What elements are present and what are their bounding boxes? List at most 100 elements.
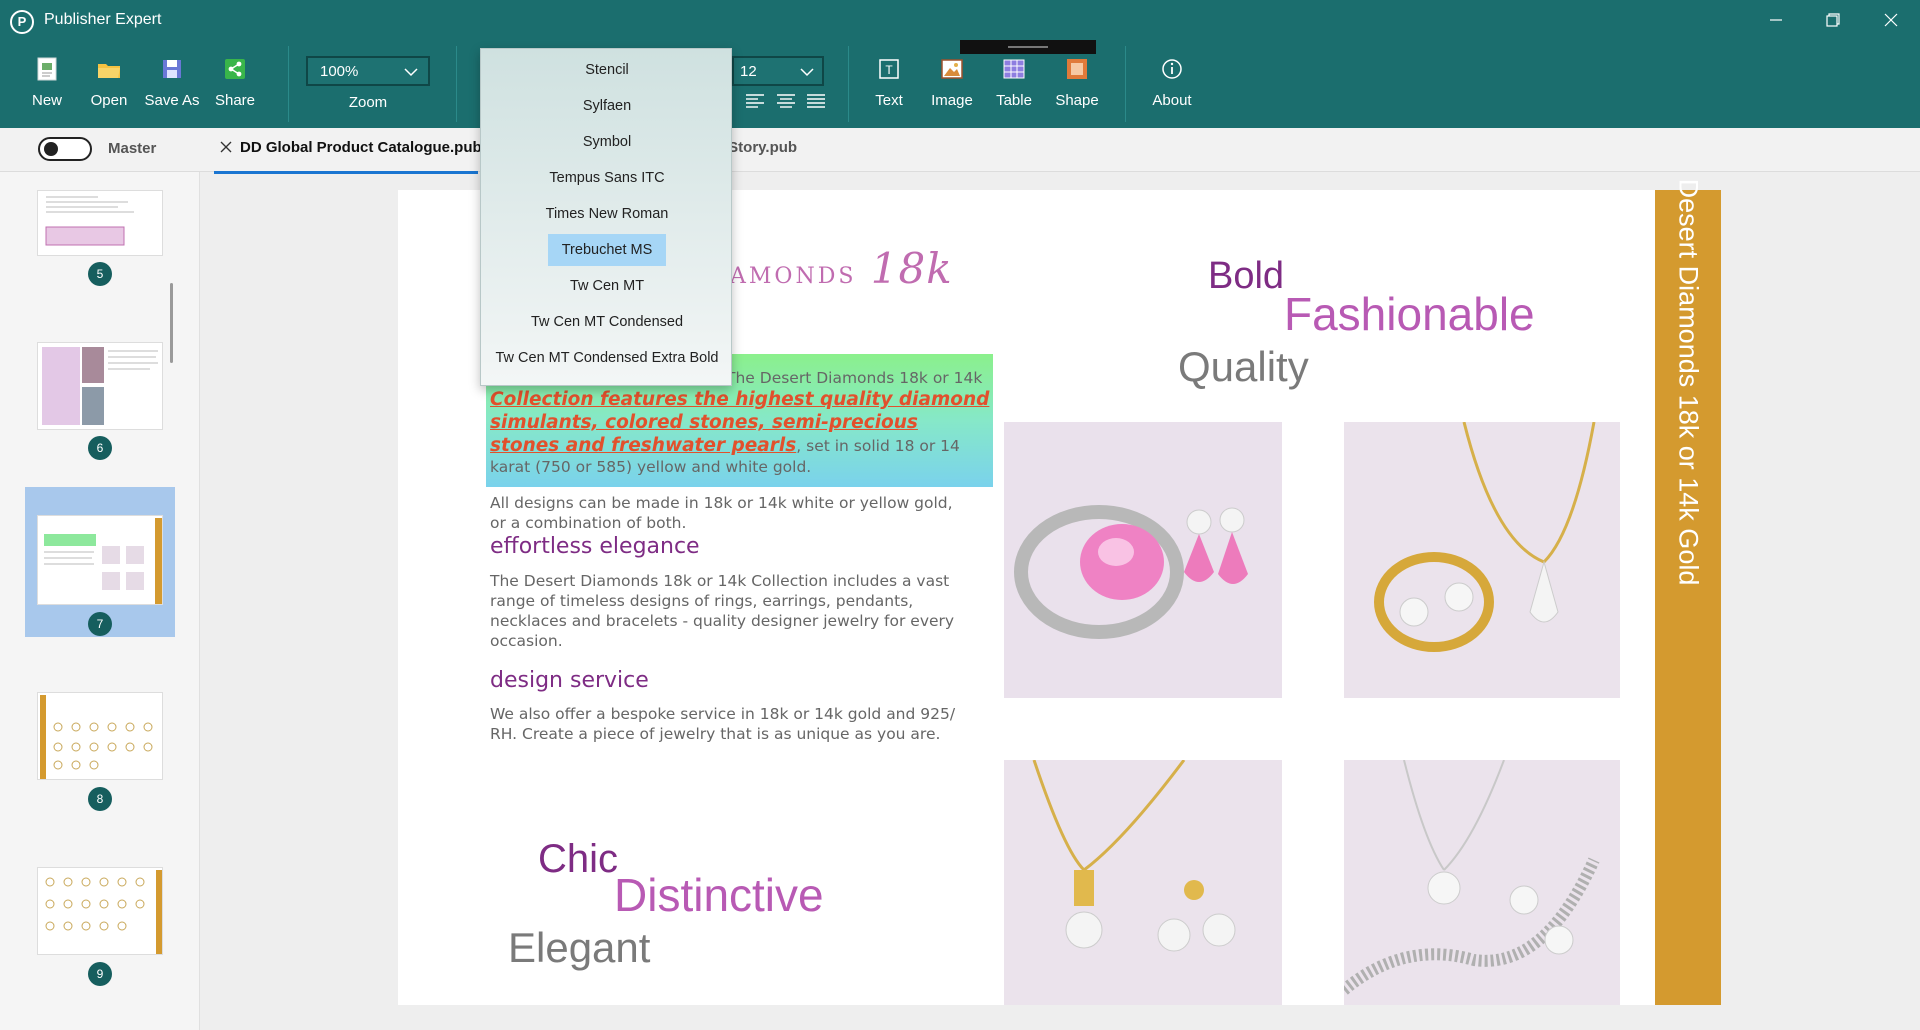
share-button[interactable]: Share [203, 52, 267, 118]
align-left-icon[interactable] [744, 92, 766, 110]
paragraph-bespoke[interactable]: We also offer a bespoke service in 18k o… [490, 704, 970, 742]
minimize-icon [1770, 19, 1782, 21]
insert-text-button[interactable]: T Text [857, 52, 921, 118]
font-option[interactable]: Times New Roman [481, 198, 733, 230]
gold-pendant-image [1344, 422, 1620, 698]
thumbnail-scrollbar[interactable] [170, 283, 173, 363]
text-label: Text [875, 92, 903, 109]
save-as-button[interactable]: Save As [140, 52, 204, 118]
gold-necklace-image [1004, 760, 1282, 1005]
font-option[interactable]: Tempus Sans ITC [481, 162, 733, 194]
silver-bracelet-image [1344, 760, 1620, 1005]
shape-label: Shape [1055, 92, 1099, 109]
share-label: Share [214, 92, 256, 109]
font-option[interactable]: Tw Cen MT [481, 270, 733, 302]
page-number-badge: 9 [88, 962, 112, 986]
font-option[interactable]: Sylfaen [481, 90, 733, 122]
page-thumbnail-5[interactable] [37, 190, 163, 256]
font-option[interactable]: Stencil [481, 54, 733, 86]
save-icon [163, 60, 181, 78]
insert-table-button[interactable]: Table [982, 52, 1046, 118]
image-label: Image [931, 92, 973, 109]
thumbnail-preview [40, 695, 153, 779]
insert-shape-button[interactable]: Shape [1045, 52, 1109, 118]
word-quality[interactable]: Quality [1178, 343, 1309, 391]
ribbon-bar: P Publisher Expert New Open Save As Shar… [0, 0, 1920, 128]
new-button[interactable]: New [15, 52, 79, 118]
word-bold[interactable]: Bold [1208, 255, 1284, 298]
font-option-selected[interactable]: Trebuchet MS [481, 234, 733, 266]
page-thumbnail-6[interactable] [37, 342, 163, 430]
tab-dd-global-catalogue[interactable]: DD Global Product Catalogue.pub [214, 128, 482, 174]
font-option-label: Stencil [585, 62, 629, 78]
folder-icon [98, 64, 120, 78]
photo-gold-pendant-set[interactable] [1344, 422, 1620, 698]
font-option[interactable]: Tw Cen MT Condensed [481, 306, 733, 338]
page-thumbnail-8[interactable] [37, 692, 163, 780]
share-icon [225, 59, 245, 79]
font-family-dropdown[interactable]: Stencil Sylfaen Symbol Tempus Sans ITC T… [480, 48, 732, 386]
close-tab-icon[interactable] [220, 141, 232, 153]
zoom-select[interactable]: 100% [306, 56, 430, 86]
font-option-label: Times New Roman [545, 206, 669, 222]
photo-gold-necklace-earrings[interactable] [1004, 760, 1282, 1005]
table-icon [1003, 59, 1025, 79]
open-label: Open [90, 92, 128, 109]
photo-pink-ring-earrings[interactable] [1004, 422, 1282, 698]
svg-text:T: T [885, 63, 893, 77]
page-thumbnail-7[interactable] [37, 515, 163, 605]
open-button[interactable]: Open [77, 52, 141, 118]
paragraph-designs[interactable]: All designs can be made in 18k or 14k wh… [490, 493, 960, 533]
close-icon [1884, 13, 1898, 27]
app-logo-icon: P [10, 10, 34, 34]
font-option[interactable]: Symbol [481, 126, 733, 158]
font-size-value: 12 [740, 63, 757, 80]
font-option-label: Tw Cen MT [569, 278, 645, 294]
shape-icon [1067, 59, 1087, 79]
text-box-icon: T [879, 59, 899, 79]
word-elegant[interactable]: Elegant [508, 924, 650, 972]
page-heading[interactable]: AMONDS 18k [730, 244, 953, 293]
heading-effortless-elegance[interactable]: effortless elegance [490, 534, 700, 559]
active-tab-indicator [214, 171, 478, 174]
master-toggle[interactable] [38, 137, 92, 161]
zoom-label: Zoom [348, 94, 388, 111]
minimize-button[interactable] [1753, 4, 1799, 36]
heading-fragment-big: 18k [870, 244, 953, 293]
ribbon-divider [288, 46, 289, 122]
font-option-label: Symbol [582, 134, 632, 150]
master-label: Master [108, 140, 157, 157]
word-fashionable[interactable]: Fashionable [1284, 287, 1535, 341]
app-title: Publisher Expert [44, 11, 162, 28]
heading-fragment-small: AMONDS [730, 264, 857, 289]
font-option-label: Tw Cen MT Condensed Extra Bold [495, 350, 719, 366]
align-center-icon[interactable] [775, 92, 797, 110]
heading-design-service[interactable]: design service [490, 668, 649, 693]
chevron-down-icon [800, 68, 814, 77]
thumbnail-preview [45, 196, 134, 246]
about-button[interactable]: About [1140, 52, 1204, 118]
page-thumbnail-9[interactable] [37, 867, 163, 955]
font-option-label: Tw Cen MT Condensed [530, 314, 684, 330]
page-number-badge: 6 [88, 436, 112, 460]
paragraph-range[interactable]: The Desert Diamonds 18k or 14k Collectio… [490, 571, 970, 651]
insert-image-button[interactable]: Image [920, 52, 984, 118]
word-distinctive[interactable]: Distinctive [614, 868, 824, 922]
tab-title: DD Global Product Catalogue.pub [240, 139, 482, 156]
pink-ring-image [1004, 422, 1282, 698]
font-size-select[interactable]: 12 [732, 56, 824, 86]
restore-button[interactable] [1810, 4, 1856, 36]
ribbon-divider [848, 46, 849, 122]
align-justify-icon[interactable] [805, 92, 827, 110]
new-document-icon [37, 57, 57, 81]
font-option-label: Tempus Sans ITC [549, 170, 665, 186]
photo-silver-bracelet-set[interactable] [1344, 760, 1620, 1005]
thumbnail-preview [42, 347, 158, 425]
side-banner-text: Desert Diamonds 18k or 14k Gold [1673, 178, 1704, 586]
word-chic[interactable]: Chic [538, 837, 618, 882]
close-window-button[interactable] [1868, 4, 1914, 36]
font-option[interactable]: Tw Cen MT Condensed Extra Bold [481, 342, 733, 374]
chevron-down-icon [404, 68, 418, 77]
ribbon-divider [1125, 46, 1126, 122]
image-icon [941, 59, 963, 79]
